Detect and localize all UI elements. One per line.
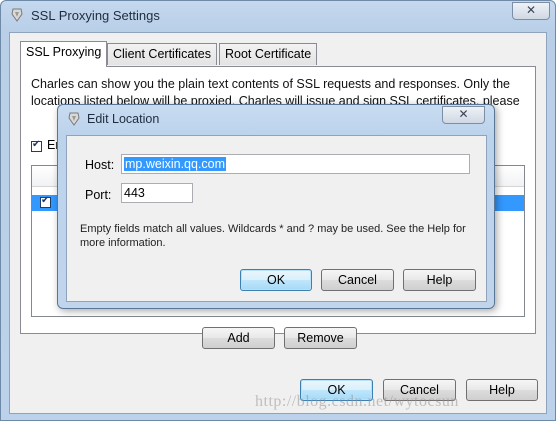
dialog-client-area: Host: mp.weixin.qq.com Port: 443 Empty f… [66,135,487,302]
enable-ssl-proxying-checkbox[interactable]: Er [31,138,60,153]
help-button[interactable]: Help [466,379,538,401]
port-input[interactable]: 443 [121,183,193,203]
charles-app-icon [68,112,80,126]
host-label: Host: [85,158,115,172]
host-input[interactable]: mp.weixin.qq.com [121,154,470,174]
add-button[interactable]: Add [202,327,275,349]
watermark-text: http://blog.csdn.net/wytocsun [255,393,459,410]
tab-root-certificate[interactable]: Root Certificate [219,43,318,65]
title-bar[interactable]: SSL Proxying Settings ✕ [1,1,555,31]
window-title: SSL Proxying Settings [31,8,160,23]
remove-button[interactable]: Remove [284,327,357,349]
tab-label: Client Certificates [113,47,211,61]
port-value: 443 [124,186,145,200]
help-note: Empty fields match all values. Wildcards… [80,223,466,249]
window-close-button[interactable]: ✕ [512,2,550,20]
edit-location-dialog: Edit Location ✕ Host: mp.weixin.qq.com P… [57,104,495,309]
tab-client-certificates[interactable]: Client Certificates [107,43,217,65]
dialog-close-button[interactable]: ✕ [442,106,485,124]
tab-ssl-proxying[interactable]: SSL Proxying [20,41,108,67]
close-icon: ✕ [525,3,537,17]
charles-app-icon [11,8,23,22]
close-icon: ✕ [458,107,469,121]
tab-label: SSL Proxying [26,45,102,59]
dialog-help-button[interactable]: Help [403,269,476,291]
host-value-selected: mp.weixin.qq.com [124,157,227,171]
dialog-title: Edit Location [87,112,160,126]
row-checkbox[interactable] [40,195,51,208]
dialog-ok-button[interactable]: OK [240,269,312,291]
checkbox-checked-icon [31,139,42,153]
dialog-cancel-button[interactable]: Cancel [321,269,394,291]
tab-label: Root Certificate [225,47,312,61]
port-label: Port: [85,188,112,202]
